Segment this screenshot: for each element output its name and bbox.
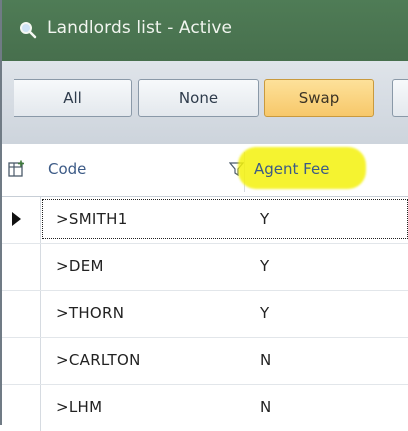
table-row[interactable]: >DEM Y: [2, 244, 408, 291]
agent-fee-value: Y: [260, 210, 270, 228]
toolbar-button-partial[interactable]: [392, 79, 408, 117]
select-all-button[interactable]: All: [14, 79, 132, 117]
landlord-code: >DEM: [56, 257, 104, 275]
column-header-agent-fee[interactable]: Agent Fee: [254, 160, 329, 178]
agent-fee-value: Y: [260, 304, 270, 322]
table-row[interactable]: >CARLTON N: [2, 338, 408, 385]
grid-header: Code Agent Fee: [2, 144, 408, 197]
landlords-list-window: Landlords list - Active All None Swap Co…: [0, 0, 408, 431]
title-bar[interactable]: Landlords list - Active: [2, 0, 408, 61]
landlord-code: >SMITH1: [56, 210, 128, 228]
agent-fee-value: N: [260, 351, 272, 369]
row-indicator[interactable]: [2, 291, 41, 337]
landlord-code: >THORN: [56, 304, 125, 322]
table-row[interactable]: >LHM N: [2, 385, 408, 431]
row-indicator[interactable]: [2, 338, 41, 384]
column-chooser-icon[interactable]: [8, 160, 26, 178]
landlord-code: >CARLTON: [56, 351, 141, 369]
table-row[interactable]: >THORN Y: [2, 291, 408, 338]
select-none-button[interactable]: None: [138, 79, 259, 117]
row-indicator[interactable]: [2, 244, 41, 290]
swap-selection-button[interactable]: Swap: [264, 79, 374, 117]
row-indicator[interactable]: [2, 385, 41, 431]
agent-fee-value: N: [260, 398, 272, 416]
table-row[interactable]: >SMITH1 Y: [2, 197, 408, 244]
agent-fee-value: Y: [260, 257, 270, 275]
column-header-code[interactable]: Code: [48, 160, 86, 178]
toolbar: All None Swap: [2, 61, 408, 145]
landlords-grid: Code Agent Fee >SMITH1 Y >DEM Y >THORN Y: [2, 144, 408, 431]
window-title: Landlords list - Active: [47, 18, 233, 38]
search-icon: [20, 22, 37, 39]
landlord-code: >LHM: [56, 398, 103, 416]
current-row-arrow-icon: [12, 212, 21, 226]
row-indicator[interactable]: [2, 197, 41, 243]
